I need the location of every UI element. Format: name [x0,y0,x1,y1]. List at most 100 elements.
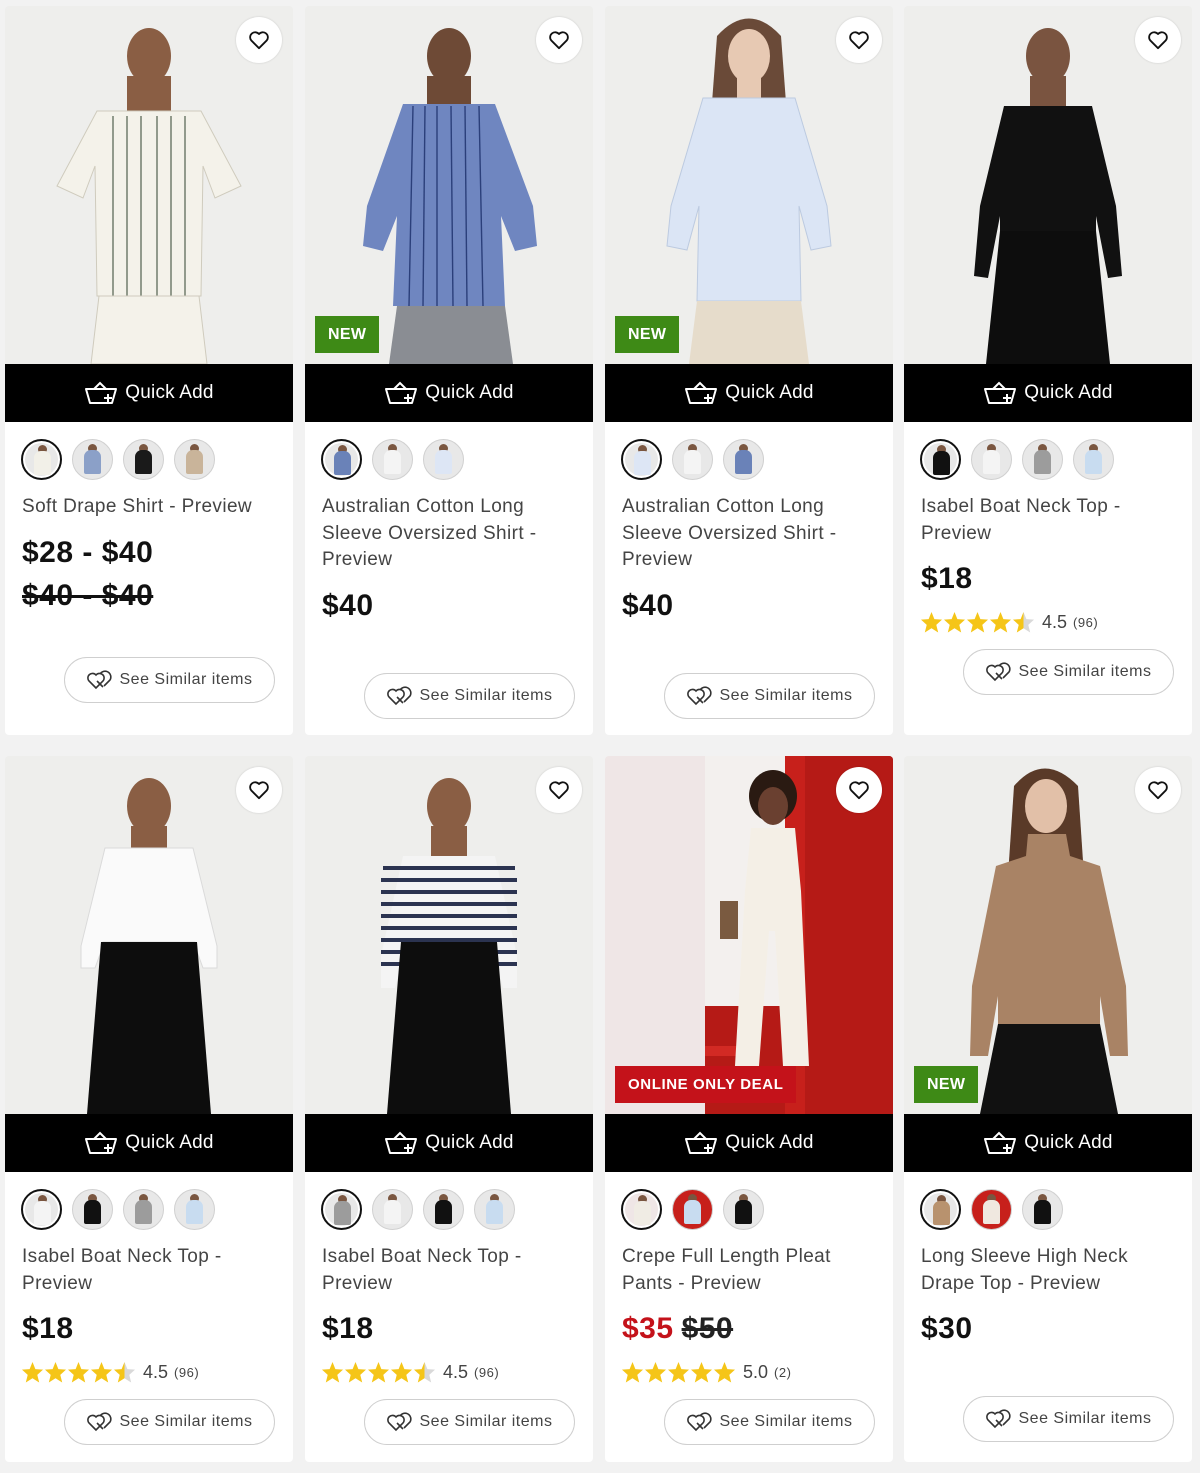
product-card[interactable]: ONLINE ONLY DEAL Quick Add Crepe Full Le… [605,756,893,1462]
color-swatch[interactable] [971,439,1012,480]
color-swatch[interactable] [1022,439,1063,480]
see-similar-button[interactable]: See Similar items [64,657,275,703]
product-card[interactable]: Quick Add Isabel Boat Neck Top - Preview… [305,756,593,1462]
see-similar-button[interactable]: See Similar items [664,1399,875,1445]
double-heart-outline-icon [686,1412,712,1432]
new-badge: NEW [315,316,380,353]
see-similar-button[interactable]: See Similar items [963,1396,1174,1442]
product-image[interactable] [5,6,293,364]
quick-add-button[interactable]: Quick Add [904,364,1192,422]
quick-add-button[interactable]: Quick Add [605,1114,893,1172]
wishlist-button[interactable] [536,767,582,813]
product-card[interactable]: NEW Quick Add Australian Cotton Long Sle… [605,6,893,735]
product-name[interactable]: Isabel Boat Neck Top - Preview [22,1244,277,1297]
color-swatch[interactable] [723,439,764,480]
review-count[interactable]: (96) [1073,615,1098,630]
see-similar-button[interactable]: See Similar items [64,1399,275,1445]
star-icon [390,1361,413,1383]
color-swatch[interactable] [423,439,464,480]
color-swatch[interactable] [474,1189,515,1230]
color-swatch[interactable] [1073,439,1114,480]
wishlist-button[interactable] [1135,767,1181,813]
color-swatch[interactable] [21,1189,62,1230]
product-image[interactable] [5,756,293,1114]
color-swatch[interactable] [372,439,413,480]
double-heart-outline-icon [386,686,412,706]
product-price: $18 [22,1312,74,1345]
product-image[interactable]: NEW [904,756,1192,1114]
shopping-basket-plus-icon [385,1131,418,1154]
quick-add-button[interactable]: Quick Add [305,364,593,422]
star-icon [621,1361,644,1383]
color-swatch[interactable] [174,439,215,480]
color-swatch[interactable] [621,439,662,480]
product-card[interactable]: NEW Quick Add Australian Cotton Long Sle… [305,6,593,735]
product-image[interactable]: NEW [305,6,593,364]
color-swatch[interactable] [72,439,113,480]
color-swatch[interactable] [672,1189,713,1230]
product-card[interactable]: Quick Add Soft Drape Shirt - Preview $28… [5,6,293,735]
shopping-basket-plus-icon [385,381,418,404]
product-name[interactable]: Australian Cotton Long Sleeve Oversized … [322,494,577,574]
wishlist-button[interactable] [236,767,282,813]
wishlist-button[interactable] [1135,17,1181,63]
see-similar-button[interactable]: See Similar items [963,649,1174,695]
product-image[interactable]: NEW [605,6,893,364]
color-swatch[interactable] [321,439,362,480]
quick-add-button[interactable]: Quick Add [305,1114,593,1172]
quick-add-button[interactable]: Quick Add [904,1114,1192,1172]
color-swatch[interactable] [920,439,961,480]
quick-add-button[interactable]: Quick Add [5,364,293,422]
color-swatch[interactable] [1022,1189,1063,1230]
star-rating [321,1361,436,1383]
color-swatch[interactable] [123,1189,164,1230]
product-name[interactable]: Isabel Boat Neck Top - Preview [921,494,1176,547]
color-swatch[interactable] [423,1189,464,1230]
quick-add-button[interactable]: Quick Add [605,364,893,422]
wishlist-button[interactable] [536,17,582,63]
star-icon [989,611,1012,633]
product-image[interactable] [904,6,1192,364]
product-price: $35 $50 [622,1312,733,1346]
review-count[interactable]: (96) [474,1365,499,1380]
product-name[interactable]: Long Sleeve High Neck Drape Top - Previe… [921,1244,1176,1297]
color-swatches [21,1189,225,1230]
quick-add-button[interactable]: Quick Add [5,1114,293,1172]
color-swatch[interactable] [123,439,164,480]
review-count[interactable]: (2) [774,1365,791,1380]
color-swatch[interactable] [174,1189,215,1230]
product-name[interactable]: Soft Drape Shirt - Preview [22,494,277,521]
color-swatch[interactable] [621,1189,662,1230]
product-name[interactable]: Crepe Full Length Pleat Pants - Preview [622,1244,877,1297]
star-icon [344,1361,367,1383]
heart-outline-icon [849,781,869,800]
product-card[interactable]: Quick Add Isabel Boat Neck Top - Preview… [5,756,293,1462]
product-price: $30 [921,1312,973,1345]
product-card[interactable]: Quick Add Isabel Boat Neck Top - Preview… [904,6,1192,735]
see-similar-button[interactable]: See Similar items [364,1399,575,1445]
color-swatch[interactable] [672,439,713,480]
product-card[interactable]: NEW Quick Add Long Sleeve High Neck Drap… [904,756,1192,1462]
shopping-basket-plus-icon [685,1131,718,1154]
color-swatch[interactable] [372,1189,413,1230]
color-swatch[interactable] [723,1189,764,1230]
color-swatch[interactable] [21,439,62,480]
product-name[interactable]: Isabel Boat Neck Top - Preview [322,1244,577,1297]
wishlist-button[interactable] [836,17,882,63]
color-swatch[interactable] [920,1189,961,1230]
wishlist-button[interactable] [236,17,282,63]
review-count[interactable]: (96) [174,1365,199,1380]
see-similar-label: See Similar items [719,687,853,704]
wishlist-button[interactable] [836,767,882,813]
color-swatch[interactable] [321,1189,362,1230]
see-similar-button[interactable]: See Similar items [664,673,875,719]
product-name[interactable]: Australian Cotton Long Sleeve Oversized … [622,494,877,574]
see-similar-button[interactable]: See Similar items [364,673,575,719]
product-image[interactable] [305,756,593,1114]
heart-outline-icon [1148,781,1168,800]
color-swatch[interactable] [971,1189,1012,1230]
color-swatches [321,439,474,480]
see-similar-label: See Similar items [119,1413,253,1430]
color-swatch[interactable] [72,1189,113,1230]
product-image[interactable]: ONLINE ONLY DEAL [605,756,893,1114]
